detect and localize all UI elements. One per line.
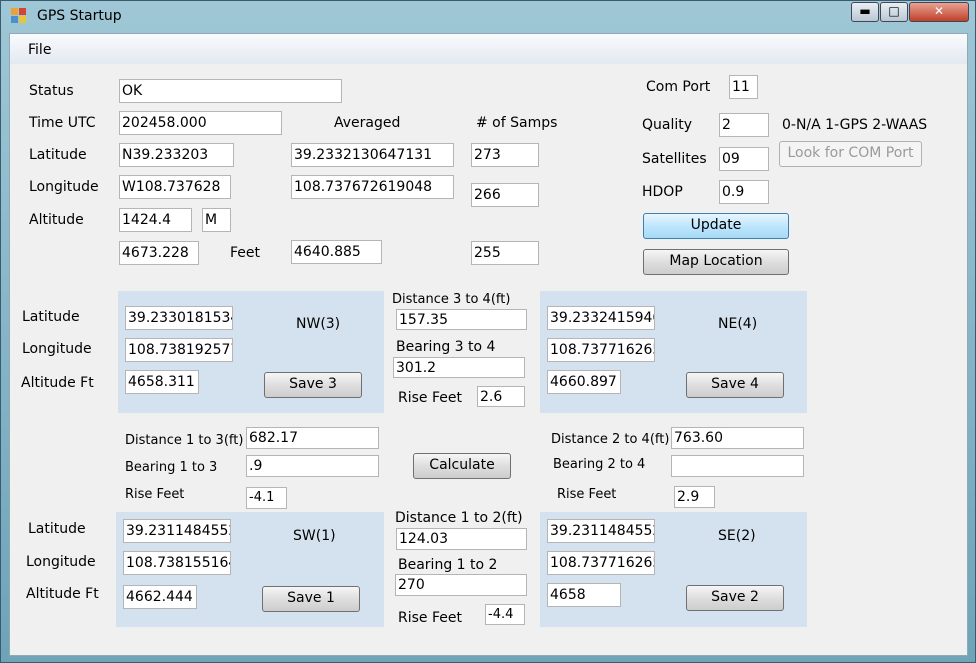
bearing-3-4-field[interactable]: 301.2 — [393, 357, 525, 378]
altitude-field[interactable]: 1424.4 — [119, 208, 192, 232]
sw-longitude-label: Longitude — [26, 554, 96, 570]
nw-altitude-label: Altitude Ft — [21, 375, 94, 391]
longitude-field[interactable]: W108.737628 — [119, 175, 231, 199]
time-utc-field[interactable]: 202458.000 — [119, 111, 282, 135]
window-title: GPS Startup — [37, 8, 122, 24]
sw-corner-label: SW(1) — [293, 528, 336, 544]
ne-latitude-field[interactable]: 39.2332415946 — [547, 306, 655, 330]
nw-corner-panel: 39.2330181534 108.738192577 4658.311 NW(… — [118, 291, 384, 413]
nw-longitude-field[interactable]: 108.738192577 — [125, 338, 233, 362]
feet-samples-field[interactable]: 255 — [471, 241, 539, 265]
ne-altitude-field[interactable]: 4660.897 — [547, 370, 621, 394]
bearing-2-4-field[interactable] — [671, 455, 804, 477]
longitude-label: Longitude — [29, 179, 99, 195]
update-button[interactable]: Update — [643, 213, 789, 239]
bearing-3-4-label: Bearing 3 to 4 — [396, 339, 496, 355]
hdop-label: HDOP — [642, 184, 683, 200]
nw-longitude-label: Longitude — [22, 341, 92, 357]
altitude-unit-field[interactable]: M — [202, 208, 231, 232]
satellites-label: Satellites — [642, 151, 707, 167]
se-altitude-field[interactable]: 4658 — [547, 583, 621, 607]
nw-latitude-label: Latitude — [22, 309, 80, 325]
distance-1-3-field[interactable]: 682.17 — [246, 427, 379, 449]
rise-2-4-field[interactable]: 2.9 — [674, 486, 715, 508]
ne-corner-label: NE(4) — [718, 316, 758, 332]
ne-corner-panel: 39.2332415946 108.737716265 4660.897 NE(… — [540, 291, 807, 413]
gps-startup-window: GPS Startup ▬ □ ✕ File Status OK Time UT… — [0, 0, 976, 663]
sw-altitude-field[interactable]: 4662.444 — [123, 585, 197, 609]
rise-2-4-label: Rise Feet — [557, 487, 617, 502]
nw-altitude-field[interactable]: 4658.311 — [125, 370, 199, 394]
save-1-button[interactable]: Save 1 — [262, 586, 360, 612]
status-field[interactable]: OK — [119, 79, 342, 103]
latitude-field[interactable]: N39.233203 — [119, 143, 234, 167]
distance-1-3-label: Distance 1 to 3(ft) — [125, 433, 244, 448]
longitude-samples-field[interactable]: 266 — [471, 183, 539, 207]
distance-2-4-field[interactable]: 763.60 — [671, 427, 804, 449]
bearing-1-2-label: Bearing 1 to 2 — [398, 557, 498, 573]
feet-averaged-field[interactable]: 4640.885 — [291, 240, 382, 264]
bearing-2-4-label: Bearing 2 to 4 — [553, 457, 646, 472]
save-3-button[interactable]: Save 3 — [264, 372, 362, 398]
feet-label: Feet — [230, 245, 261, 261]
sw-latitude-label: Latitude — [28, 521, 86, 537]
se-corner-panel: 39.2311484552 108.737716265 4658 SE(2) S… — [540, 512, 807, 627]
com-port-label: Com Port — [646, 79, 711, 95]
distance-3-4-field[interactable]: 157.35 — [396, 309, 527, 330]
latitude-averaged-field[interactable]: 39.2332130647131 — [291, 143, 454, 167]
save-4-button[interactable]: Save 4 — [686, 372, 784, 398]
menu-bar: File — [10, 34, 967, 64]
minimize-button[interactable]: ▬ — [851, 2, 879, 22]
ne-longitude-field[interactable]: 108.737716265 — [547, 338, 655, 362]
save-2-button[interactable]: Save 2 — [686, 585, 784, 611]
se-longitude-field[interactable]: 108.737716265 — [547, 551, 655, 575]
latitude-label: Latitude — [29, 147, 87, 163]
close-button[interactable]: ✕ — [909, 2, 969, 22]
look-for-com-port-button[interactable]: Look for COM Port — [779, 141, 922, 167]
latitude-samples-field[interactable]: 273 — [471, 143, 539, 167]
altitude-label: Altitude — [29, 212, 84, 228]
rise-1-2-label: Rise Feet — [398, 610, 462, 626]
satellites-field[interactable]: 09 — [719, 147, 769, 171]
rise-3-4-label: Rise Feet — [398, 390, 462, 406]
sw-latitude-field[interactable]: 39.2311484552 — [123, 519, 231, 543]
maximize-button[interactable]: □ — [880, 2, 908, 22]
se-corner-label: SE(2) — [718, 528, 756, 544]
bearing-1-2-field[interactable]: 270 — [395, 574, 527, 596]
distance-1-2-field[interactable]: 124.03 — [396, 528, 527, 550]
bearing-1-3-label: Bearing 1 to 3 — [125, 460, 218, 475]
bearing-1-3-field[interactable]: .9 — [246, 455, 379, 477]
rise-1-2-field[interactable]: -4.4 — [485, 604, 525, 625]
averaged-header: Averaged — [334, 115, 401, 131]
quality-legend: 0-N/A 1-GPS 2-WAAS — [782, 117, 928, 133]
sw-altitude-label: Altitude Ft — [26, 586, 99, 602]
distance-2-4-label: Distance 2 to 4(ft) — [551, 432, 670, 447]
client-area: File Status OK Time UTC 202458.000 Avera… — [9, 33, 968, 656]
quality-label: Quality — [642, 117, 693, 133]
time-utc-label: Time UTC — [29, 115, 96, 131]
quality-field[interactable]: 2 — [719, 113, 769, 137]
nw-corner-label: NW(3) — [296, 316, 341, 332]
sw-longitude-field[interactable]: 108.738155164 — [123, 551, 231, 575]
calculate-button[interactable]: Calculate — [413, 453, 511, 479]
rise-3-4-field[interactable]: 2.6 — [477, 386, 525, 407]
rise-1-3-field[interactable]: -4.1 — [246, 487, 287, 509]
samples-header: # of Samps — [476, 115, 558, 131]
map-location-button[interactable]: Map Location — [643, 249, 789, 275]
feet-field[interactable]: 4673.228 — [119, 241, 199, 265]
menu-file[interactable]: File — [28, 42, 51, 58]
se-latitude-field[interactable]: 39.2311484552 — [547, 519, 655, 543]
status-label: Status — [29, 83, 74, 99]
longitude-averaged-field[interactable]: 108.737672619048 — [291, 175, 454, 199]
nw-latitude-field[interactable]: 39.2330181534 — [125, 306, 233, 330]
sw-corner-panel: 39.2311484552 108.738155164 4662.444 SW(… — [116, 512, 384, 627]
distance-1-2-label: Distance 1 to 2(ft) — [395, 510, 523, 526]
hdop-field[interactable]: 0.9 — [719, 180, 769, 204]
distance-3-4-label: Distance 3 to 4(ft) — [392, 292, 511, 307]
rise-1-3-label: Rise Feet — [125, 487, 185, 502]
com-port-field[interactable]: 11 — [729, 75, 758, 99]
app-icon — [11, 8, 27, 24]
title-bar[interactable]: GPS Startup ▬ □ ✕ — [1, 1, 975, 33]
